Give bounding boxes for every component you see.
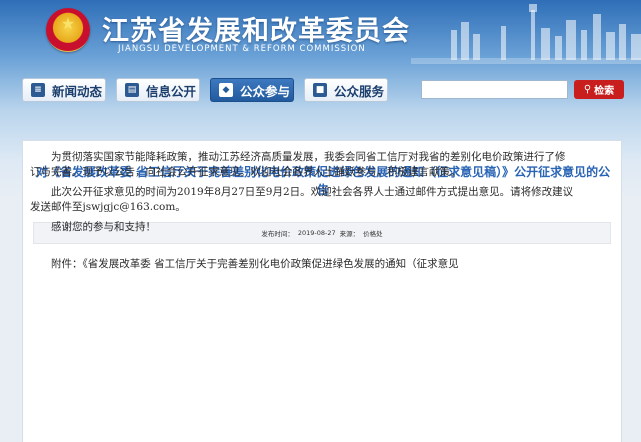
site-title[interactable]: 江苏省发展和改革委员会 (102, 9, 410, 48)
news-icon: ≡ (31, 83, 45, 97)
nav-item-label: 公众服务 (334, 83, 385, 99)
attachment-link[interactable]: 附件：《省发展改革委 省工信厅关于完善差别化电价政策促进绿色发展的通知（征求意见 (30, 257, 575, 272)
search-button-label: 检索 (594, 86, 615, 97)
nav-item-label: 新闻动态 (52, 83, 103, 99)
document-icon: ▤ (125, 83, 139, 97)
article-paragraph: 此次公开征求意见的时间为2019年8月27日至9月2日。欢迎社会各界人士通过邮件… (30, 186, 574, 213)
search-button[interactable]: ⚲ 检索 (574, 80, 624, 99)
city-skyline-banner (411, 4, 641, 64)
nav-item-news[interactable]: ≡ 新闻动态 (22, 78, 106, 102)
article-body: 为贯彻落实国家节能降耗政策，推动江苏经济高质量发展，我委会同省工信厅对我省的差别… (30, 150, 575, 277)
site-subtitle: JIANGSU DEVELOPMENT & REFORM COMMISSION (118, 44, 366, 54)
chat-icon: ◆ (219, 83, 233, 97)
nav-item-label: 信息公开 (146, 83, 197, 99)
nav-item-label: 公众参与 (240, 83, 291, 99)
article-paragraph: 为贯彻落实国家节能降耗政策，推动江苏经济高质量发展，我委会同省工信厅对我省的差别… (30, 151, 566, 178)
nav-item-info-disclosure[interactable]: ▤ 信息公开 (116, 78, 200, 102)
search-input[interactable] (422, 84, 567, 102)
site-header: ★ 江苏省发展和改革委员会 JIANGSU DEVELOPMENT & REFO… (0, 0, 641, 70)
search-icon: ⚲ (583, 84, 592, 95)
search-field-wrapper (421, 80, 568, 102)
nav-item-public-participation[interactable]: ◆ 公众参与 (210, 78, 294, 102)
article-paragraph: 感谢您的参与和支持！ (51, 221, 156, 233)
national-emblem-icon: ★ (46, 8, 90, 52)
nav-item-public-service[interactable]: ■ 公众服务 (304, 78, 388, 102)
folder-icon: ■ (313, 83, 327, 97)
